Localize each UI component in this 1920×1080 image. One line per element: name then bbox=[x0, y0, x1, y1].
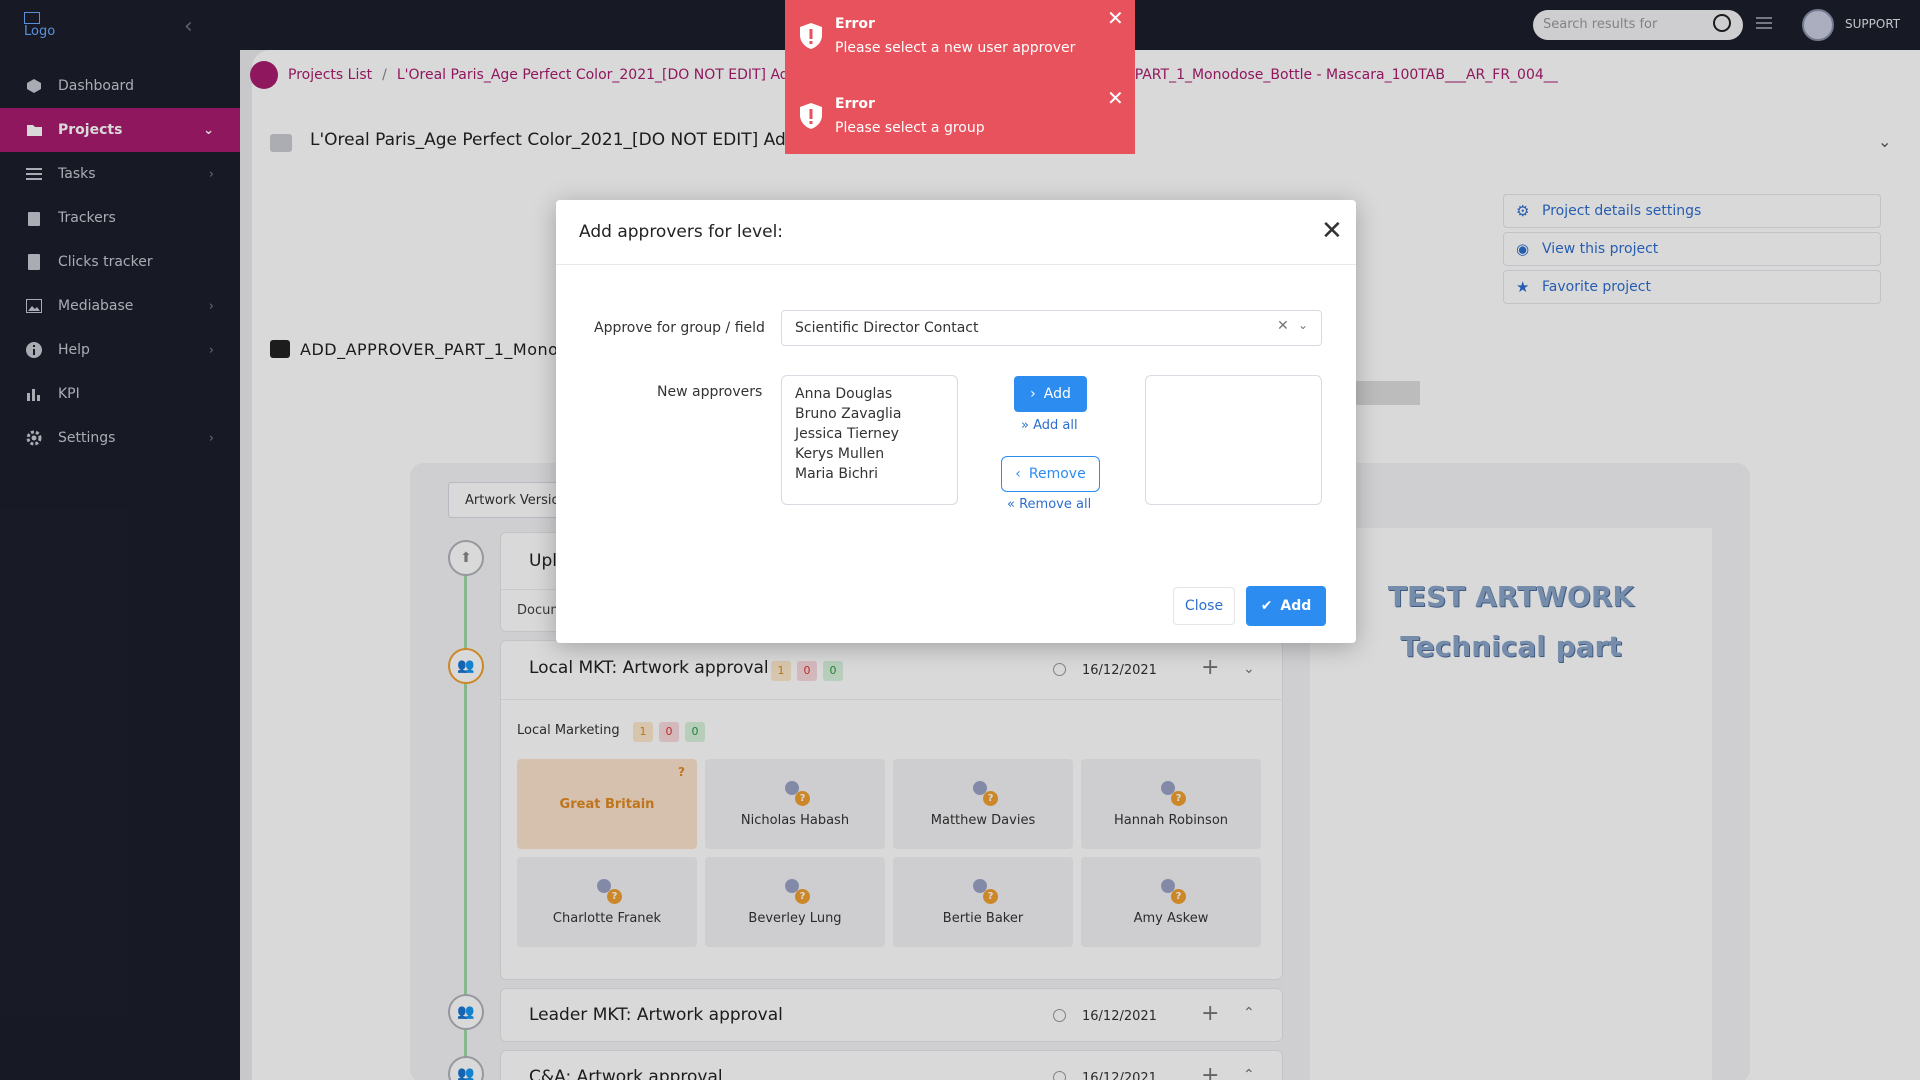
button-label: Remove bbox=[1028, 466, 1086, 482]
add-all-link[interactable]: » Add all bbox=[1021, 418, 1078, 433]
list-item[interactable]: Kerys Mullen bbox=[782, 444, 957, 464]
chevron-right-icon: › bbox=[1030, 386, 1036, 402]
remove-button[interactable]: ‹ Remove bbox=[1001, 456, 1100, 492]
toast-message: Please select a group bbox=[835, 120, 985, 136]
divider bbox=[556, 264, 1356, 265]
close-button[interactable]: Close bbox=[1173, 587, 1235, 625]
group-select[interactable]: Scientific Director Contact bbox=[781, 310, 1322, 346]
toast-message: Please select a new user approver bbox=[835, 40, 1076, 56]
error-toast: Error Please select a group ✕ bbox=[785, 80, 1135, 154]
close-icon[interactable]: ✕ bbox=[1107, 8, 1124, 28]
error-toast: Error Please select a new user approver … bbox=[785, 0, 1135, 80]
list-item[interactable]: Anna Douglas bbox=[782, 384, 957, 404]
list-item[interactable]: Maria Bichri bbox=[782, 464, 957, 484]
shield-alert-icon bbox=[799, 102, 823, 130]
toast-title: Error bbox=[835, 16, 875, 32]
shield-alert-icon bbox=[799, 22, 823, 50]
toast-title: Error bbox=[835, 96, 875, 112]
double-chevron-right-icon: » bbox=[1021, 418, 1029, 433]
submit-add-button[interactable]: ✔ Add bbox=[1246, 586, 1326, 626]
remove-all-link[interactable]: « Remove all bbox=[1007, 497, 1091, 512]
close-icon[interactable]: ✕ bbox=[1107, 88, 1124, 108]
available-approvers-list[interactable]: Anna Douglas Bruno Zavaglia Jessica Tier… bbox=[781, 375, 958, 505]
add-button[interactable]: › Add bbox=[1014, 376, 1087, 412]
modal-title: Add approvers for level: bbox=[579, 222, 784, 242]
list-item[interactable]: Bruno Zavaglia bbox=[782, 404, 957, 424]
list-item[interactable]: Jessica Tierney bbox=[782, 424, 957, 444]
clear-icon[interactable]: ✕ bbox=[1277, 318, 1289, 334]
selected-approvers-list[interactable] bbox=[1145, 375, 1322, 505]
new-approvers-label: New approvers bbox=[657, 384, 763, 400]
chevron-down-icon[interactable]: ⌄ bbox=[1298, 318, 1308, 332]
add-approvers-modal: Add approvers for level: ✕ Approve for g… bbox=[556, 200, 1356, 643]
button-label: Add bbox=[1043, 386, 1071, 402]
double-chevron-left-icon: « bbox=[1007, 497, 1015, 512]
close-icon[interactable]: ✕ bbox=[1321, 218, 1343, 244]
link-label: Add all bbox=[1033, 418, 1078, 433]
button-label: Add bbox=[1280, 598, 1312, 614]
chevron-left-icon: ‹ bbox=[1015, 466, 1021, 482]
check-icon: ✔ bbox=[1260, 598, 1273, 614]
group-field-label: Approve for group / field bbox=[594, 320, 765, 336]
link-label: Remove all bbox=[1019, 497, 1092, 512]
